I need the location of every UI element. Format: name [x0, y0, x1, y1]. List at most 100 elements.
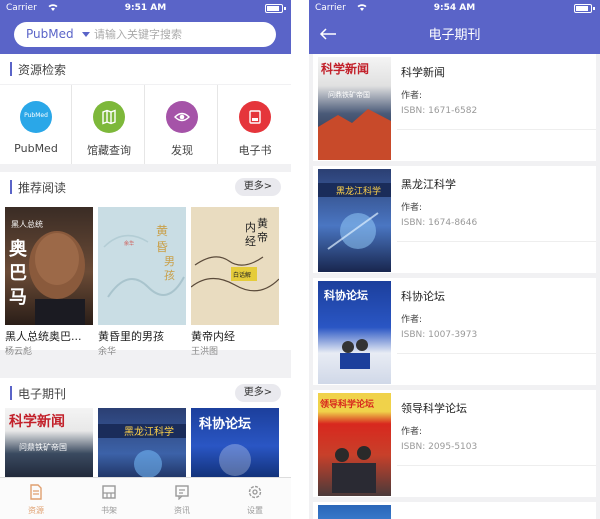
journal-issn: ISBN: 1674-8646 — [401, 218, 478, 228]
svg-text:马: 马 — [9, 287, 27, 308]
book-author: 王洪图 — [191, 347, 219, 357]
svg-text:奥: 奥 — [9, 238, 28, 260]
journal-name: 科协论坛 — [401, 290, 445, 303]
svg-text:经: 经 — [245, 235, 256, 248]
search-scope-selector[interactable]: PubMed — [26, 27, 74, 41]
svg-text:科协论坛: 科协论坛 — [324, 288, 368, 302]
svg-text:帝: 帝 — [257, 230, 268, 244]
book-author: 余华 — [98, 347, 117, 357]
section-header-resources: 资源检索 — [0, 54, 291, 84]
journal-thumb[interactable]: 黑龙江科学 — [98, 408, 186, 484]
journal-row[interactable]: 领导科学论坛 领导科学论坛 作者: ISBN: 2095-5103 — [313, 390, 596, 497]
map-icon — [93, 101, 125, 133]
tab-resources[interactable]: 资源 — [0, 478, 72, 519]
journal-row-partial[interactable] — [313, 502, 596, 519]
journal-cover: 领导科学论坛 — [318, 393, 391, 496]
service-pubmed[interactable]: PubMed PubMed — [0, 85, 72, 164]
journal-cover: 黑龙江科学 — [318, 169, 391, 272]
svg-text:问鼎铁矿帝国: 问鼎铁矿帝国 — [328, 90, 370, 99]
section-accent-bar — [10, 62, 12, 76]
divider — [397, 241, 596, 242]
svg-text:黑龙江科学: 黑龙江科学 — [336, 185, 381, 197]
service-collection-search[interactable]: 馆藏查询 — [73, 85, 145, 164]
tab-label: 书架 — [101, 506, 117, 515]
ebook-icon — [239, 101, 271, 133]
journal-cover — [318, 505, 391, 519]
svg-text:巴: 巴 — [9, 263, 27, 284]
svg-text:余华: 余华 — [124, 240, 134, 247]
svg-text:黑龙江科学: 黑龙江科学 — [124, 425, 174, 438]
svg-text:孩: 孩 — [164, 269, 175, 282]
status-bar: Carrier 9:51 AM — [0, 0, 291, 18]
journal-row[interactable]: 科学新闻 问鼎铁矿帝国 科学新闻 作者: ISBN: 1671-6582 — [313, 54, 596, 161]
more-button[interactable]: 更多> — [235, 178, 281, 196]
svg-text:领导科学论坛: 领导科学论坛 — [320, 398, 374, 410]
chevron-down-icon[interactable] — [82, 32, 90, 37]
service-label: 发现 — [171, 144, 193, 157]
more-button[interactable]: 更多> — [235, 384, 281, 402]
journal-name: 领导科学论坛 — [401, 402, 467, 415]
svg-text:科学新闻: 科学新闻 — [321, 61, 369, 76]
book-cover: 黄 帝 内 经 白话解 — [191, 207, 279, 325]
journal-name: 科学新闻 — [401, 66, 445, 79]
book-author: 杨云彪 — [5, 347, 33, 357]
svg-text:黄: 黄 — [257, 216, 268, 230]
search-bar[interactable]: PubMed — [14, 22, 276, 47]
section-header-journals: 电子期刊 更多> — [0, 378, 291, 408]
journal-issn: ISBN: 2095-5103 — [401, 442, 478, 452]
book-title: 黄帝内经 — [191, 330, 235, 343]
journal-thumb[interactable]: 科学新闻 问鼎铁矿帝国 — [5, 408, 93, 484]
svg-text:黑人总统: 黑人总统 — [11, 219, 43, 229]
journal-author: 作者: — [401, 203, 423, 213]
clock: 9:51 AM — [124, 3, 167, 13]
journal-name: 黑龙江科学 — [401, 178, 456, 191]
service-ebook[interactable]: 电子书 — [219, 85, 291, 164]
journal-row[interactable]: 科协论坛 科协论坛 作者: ISBN: 1007-3973 — [313, 278, 596, 385]
tab-bookshelf[interactable]: 书架 — [73, 478, 145, 519]
search-input[interactable] — [94, 26, 264, 43]
document-icon — [30, 484, 42, 500]
journal-thumbnails: 科学新闻 问鼎铁矿帝国 黑龙江科学 科协论坛 — [0, 406, 291, 484]
book-item[interactable]: 黄 昏 男 孩 余华 黄昏里的男孩 余华 — [98, 207, 186, 357]
tab-label: 资讯 — [174, 506, 190, 515]
battery-icon — [265, 4, 283, 13]
journal-row[interactable]: 黑龙江科学 黑龙江科学 作者: ISBN: 1674-8646 — [313, 166, 596, 273]
status-bar: Carrier 9:54 AM — [309, 0, 600, 18]
svg-text:男: 男 — [164, 255, 175, 268]
service-label: 馆藏查询 — [87, 144, 131, 157]
gear-icon — [248, 485, 262, 499]
battery-tip — [284, 7, 286, 10]
section-header-recommended: 推荐阅读 更多> — [0, 172, 291, 202]
service-label: 电子书 — [238, 144, 272, 157]
book-item[interactable]: 黄 帝 内 经 白话解 黄帝内经 王洪图 — [191, 207, 279, 357]
service-discover[interactable]: 发现 — [146, 85, 218, 164]
divider — [397, 129, 596, 130]
journal-issn: ISBN: 1007-3973 — [401, 330, 478, 340]
section-title: 推荐阅读 — [18, 181, 67, 195]
svg-text:内: 内 — [245, 220, 256, 234]
header-bar: Carrier 9:54 AM 电子期刊 — [309, 0, 600, 54]
eye-icon — [166, 101, 198, 133]
book-item[interactable]: 黑人总统 奥 巴 马 黑人总统奥巴... 杨云彪 — [5, 207, 93, 357]
news-icon — [175, 485, 189, 500]
journal-cover: 科学新闻 问鼎铁矿帝国 — [318, 57, 391, 160]
recommended-books: 黑人总统 奥 巴 马 黑人总统奥巴... 杨云彪 黄 昏 男 孩 余华 黄昏里的… — [0, 202, 291, 357]
journal-list-screen: Carrier 9:54 AM 电子期刊 科学新闻 问鼎铁矿帝国 科学新闻 作者… — [309, 0, 600, 519]
clock: 9:54 AM — [433, 3, 476, 13]
tab-settings[interactable]: 设置 — [219, 478, 291, 519]
svg-text:黄: 黄 — [156, 224, 168, 238]
section-accent-bar — [10, 386, 12, 400]
section-title: 电子期刊 — [18, 387, 67, 401]
tab-news[interactable]: 资讯 — [146, 478, 218, 519]
battery-icon — [574, 4, 592, 13]
divider — [397, 353, 596, 354]
section-title: 资源检索 — [18, 63, 67, 77]
divider — [397, 465, 596, 466]
svg-text:昏: 昏 — [156, 240, 168, 254]
journal-author: 作者: — [401, 91, 423, 101]
header-bar: Carrier 9:51 AM PubMed — [0, 0, 291, 54]
tab-label: 资源 — [28, 506, 44, 515]
svg-text:白话解: 白话解 — [233, 271, 251, 279]
journal-thumb[interactable]: 科协论坛 — [191, 408, 279, 484]
journal-author: 作者: — [401, 315, 423, 325]
